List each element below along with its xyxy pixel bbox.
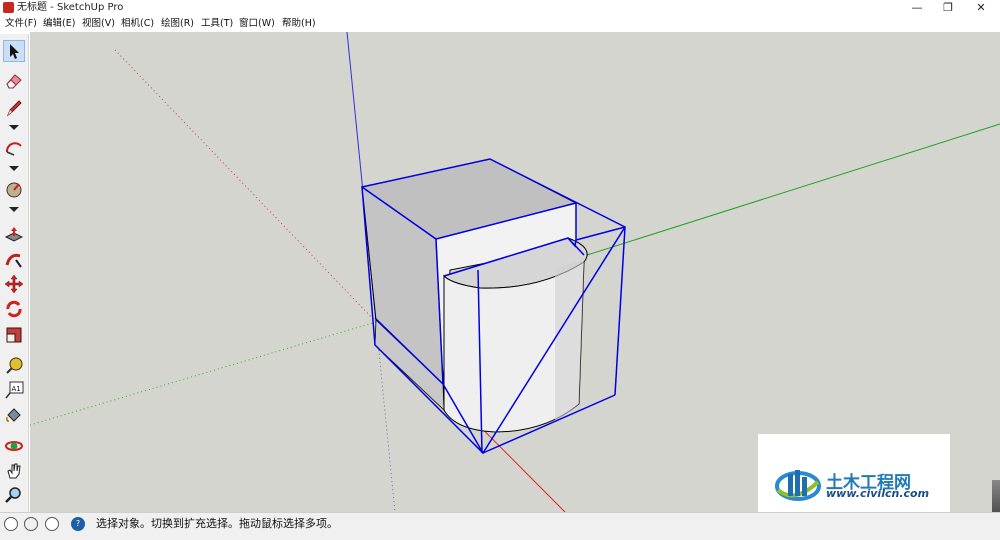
text-icon: A1 [5,381,24,399]
eraser-tool-button[interactable] [4,71,24,91]
select-icon [10,44,19,59]
civilcn-logo-icon [775,470,821,501]
tape-measure-icon [6,357,23,374]
zoom-tool-button[interactable] [4,485,24,505]
menu-bar: 文件(F) 编辑(E) 视图(V) 相机(C) 绘图(R) 工具(T) 窗口(W… [0,16,1000,32]
menu-edit[interactable]: 编辑(E) [43,17,75,31]
geo-location-icon[interactable] [4,517,18,531]
scale-tool-button[interactable] [4,325,24,345]
pencil-tool-button[interactable] [4,98,24,118]
sketchup-app-icon [3,2,14,13]
orbit-icon [5,441,23,451]
close-button[interactable]: ✕ [966,0,996,16]
minimize-button[interactable]: — [902,0,932,16]
shape-icon [6,182,22,198]
menu-file[interactable]: 文件(F) [5,17,37,31]
eraser-icon [6,74,22,89]
credits-icon[interactable] [24,517,38,531]
push-pull-tool-button[interactable] [4,225,24,245]
text-tool-button[interactable]: A1 [4,380,24,400]
green-axis-negative [30,321,377,426]
arc-icon [5,142,22,156]
user-account-icon[interactable] [45,517,59,531]
move-tool-button[interactable] [4,274,24,294]
red-axis-negative [114,49,377,323]
arc-dropdown-icon[interactable] [9,166,19,171]
tape-measure-tool-button[interactable] [4,356,24,376]
restore-button[interactable]: ❐ [933,0,963,16]
text-tool-label: A1 [12,385,21,393]
watermark-url: www.civilcn.com [826,487,930,500]
menu-tools[interactable]: 工具(T) [201,17,233,31]
menu-help[interactable]: 帮助(H) [282,17,316,31]
follow-me-icon [5,253,22,268]
pan-tool-button[interactable] [4,461,24,481]
follow-me-tool-button[interactable] [4,250,24,270]
rotate-tool-button[interactable] [4,299,24,319]
help-icon[interactable]: ? [71,517,85,531]
pencil-line-icon [6,100,22,117]
pan-icon [7,463,21,479]
status-bar: ? 选择对象。切换到扩充选择。拖动鼠标选择多项。 [0,512,1000,540]
arc-tool-button[interactable] [4,138,24,158]
shape-tool-button[interactable] [4,179,24,199]
orbit-tool-button[interactable] [4,436,24,456]
push-pull-icon [4,227,24,242]
title-bar: 无标题 - SketchUp Pro — ❐ ✕ [0,0,1000,16]
menu-draw[interactable]: 绘图(R) [161,17,194,31]
status-message: 选择对象。切换到扩充选择。拖动鼠标选择多项。 [96,517,338,530]
rotate-icon [6,300,22,318]
menu-camera[interactable]: 相机(C) [121,17,154,31]
model-geometry[interactable] [360,158,627,455]
shape-dropdown-icon[interactable] [9,207,19,212]
pencil-dropdown-icon[interactable] [9,125,19,130]
move-icon [4,274,24,294]
zoom-icon [5,487,21,503]
scale-icon [6,327,22,343]
paint-bucket-icon [6,408,21,422]
select-tool-button[interactable] [3,40,25,62]
menu-view[interactable]: 视图(V) [82,17,115,31]
window-title: 无标题 - SketchUp Pro [17,2,124,13]
paint-bucket-tool-button[interactable] [4,405,24,425]
large-toolset: A1 [0,34,29,512]
menu-window[interactable]: 窗口(W) [239,17,275,31]
